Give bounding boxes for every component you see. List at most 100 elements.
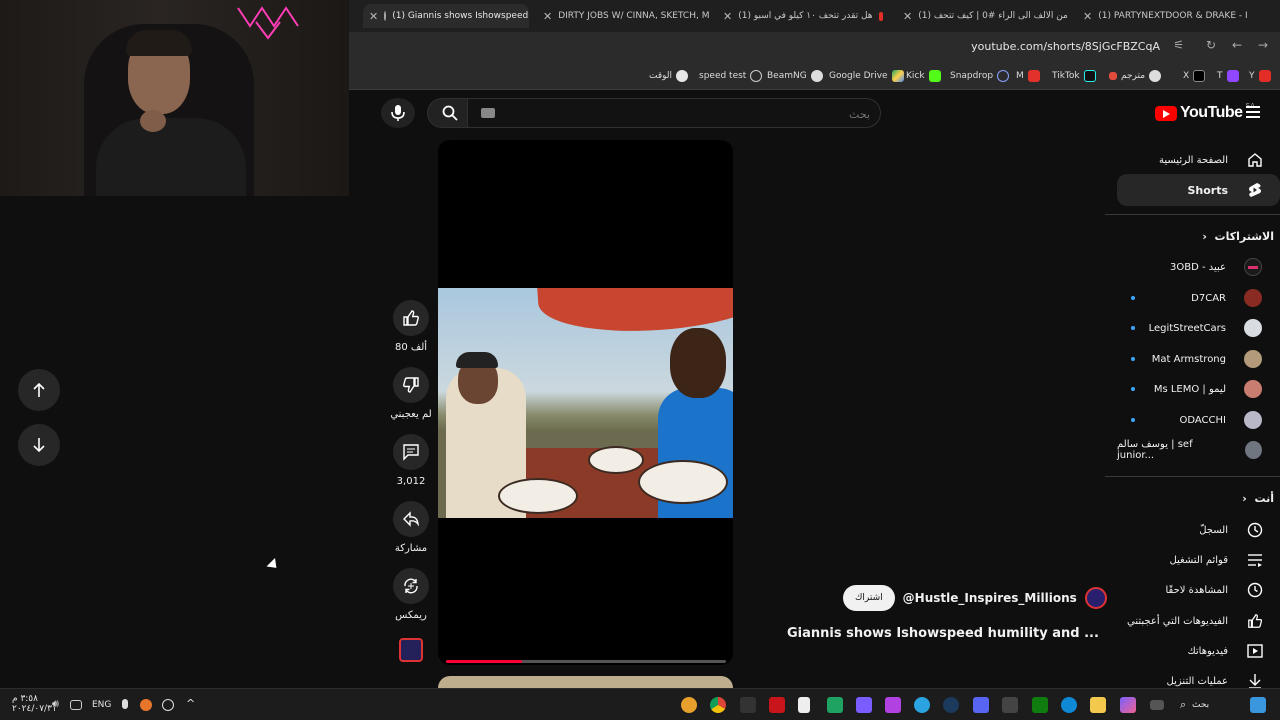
site-settings-icon[interactable]: ⚟ xyxy=(1173,38,1184,52)
sidebar-item-watch-later[interactable]: المشاهدة لاحقًا xyxy=(1117,576,1280,604)
youtube-logo[interactable]: YouTube SA xyxy=(1155,102,1255,122)
tab-3[interactable]: ✕ (1) هل تقدر تتحف ١٠ كيلو في اسبو xyxy=(717,4,889,28)
video-title[interactable]: Giannis shows Ishowspeed humility and ..… xyxy=(787,626,1099,641)
sidebar-item-playlists[interactable]: قوائم التشغيل xyxy=(1117,546,1280,574)
bookmark-m[interactable]: M xyxy=(1016,70,1040,82)
sidebar-item-liked-videos[interactable]: الفيديوهات التي أعجبتني xyxy=(1117,607,1280,635)
bookmark-t[interactable]: T xyxy=(1217,70,1239,82)
close-tab-icon[interactable]: ✕ xyxy=(369,10,378,23)
reload-icon[interactable]: ↻ xyxy=(1206,38,1216,52)
edge-icon[interactable] xyxy=(1061,697,1077,713)
windows-start-icon[interactable] xyxy=(1250,697,1266,713)
channel-avatar[interactable] xyxy=(1084,587,1107,609)
new-content-dot xyxy=(1131,326,1135,330)
sidebar-item-history[interactable]: السجلّ xyxy=(1117,516,1280,544)
tab-5[interactable]: ✕ (1) PARTYNEXTDOOR & DRAKE - I xyxy=(1077,4,1249,28)
channel-name[interactable]: @Hustle_Inspires_Millions xyxy=(903,591,1077,605)
person-right-head xyxy=(670,328,726,398)
store-icon[interactable] xyxy=(1002,697,1018,713)
bookmark-x[interactable]: X xyxy=(1183,70,1206,82)
bookmark-kick[interactable]: Kick xyxy=(906,70,941,82)
remix-button[interactable] xyxy=(393,568,429,604)
forward-icon[interactable]: → xyxy=(1258,38,1268,52)
system-clock[interactable]: ٣:٥٨ م ٢٠٢٤/٠٧/٣١ xyxy=(12,694,57,714)
search-input[interactable] xyxy=(510,105,870,123)
menu-icon[interactable] xyxy=(1246,106,1260,118)
subscription-item[interactable]: Ms LEMO | ليمو xyxy=(1117,376,1280,402)
bookmark-beamng[interactable]: BeamNG xyxy=(767,70,823,82)
subscription-item[interactable]: Mat Armstrong xyxy=(1117,346,1280,372)
next-short-preview[interactable] xyxy=(438,676,733,688)
close-tab-icon[interactable]: ✕ xyxy=(903,10,912,23)
bookmark-google-drive[interactable]: Google Drive xyxy=(829,70,904,82)
like-action[interactable]: 80 ألف xyxy=(387,300,435,353)
taskbar-search-icon[interactable]: ⌕ xyxy=(1180,698,1186,712)
file-icon[interactable] xyxy=(798,697,810,713)
sidebar-item-your-videos[interactable]: فيديوهاتك xyxy=(1117,637,1280,665)
comments-action[interactable]: 3,012 xyxy=(387,434,435,487)
subscriptions-header[interactable]: › الاشتراكات xyxy=(1117,230,1280,243)
taskbar-app-icon[interactable] xyxy=(827,697,843,713)
comments-button[interactable] xyxy=(393,434,429,470)
discord-icon[interactable] xyxy=(973,697,989,713)
subscription-item[interactable]: LegitStreetCars xyxy=(1117,315,1280,341)
chrome-taskbar-icon[interactable] xyxy=(710,697,726,713)
close-tab-icon[interactable]: ✕ xyxy=(1083,10,1092,23)
tab-2[interactable]: ✕ DIRTY JOBS W/ CINNA, SKETCH, M xyxy=(537,4,709,28)
video-progress-bar[interactable] xyxy=(446,660,726,663)
task-view-icon[interactable] xyxy=(1150,700,1164,710)
share-button[interactable] xyxy=(393,501,429,537)
dislike-action[interactable]: لم يعجبني xyxy=(387,367,435,420)
back-icon[interactable]: ← xyxy=(1232,38,1242,52)
bookmark-speedtest[interactable]: speed test xyxy=(699,70,763,82)
bookmark-snapdrop[interactable]: Snapdrop xyxy=(950,70,1010,82)
network-icon[interactable] xyxy=(70,700,82,710)
subscription-item[interactable]: ODACCHI xyxy=(1117,407,1280,433)
next-short-button[interactable] xyxy=(18,424,60,466)
tray-app-icon[interactable] xyxy=(140,699,152,711)
brightness-icon[interactable] xyxy=(162,699,174,711)
folder-icon[interactable] xyxy=(1090,697,1106,713)
you-header[interactable]: › أنت xyxy=(1117,492,1280,505)
shorts-player[interactable] xyxy=(438,140,733,665)
subscription-item[interactable]: D7CAR xyxy=(1117,285,1280,311)
tab-4[interactable]: ✕ (1) من الالف الى الراء #0 | كيف تتحف xyxy=(897,4,1069,28)
remix-action[interactable]: ريمكس xyxy=(387,568,435,621)
taskbar-app-icon[interactable] xyxy=(856,697,872,713)
tab-active[interactable]: ✕ (1) Giannis shows Ishowspeed xyxy=(363,4,529,28)
copilot-icon[interactable] xyxy=(1120,697,1136,713)
subscription-item[interactable]: 3OBD - عبيد xyxy=(1117,254,1280,280)
microphone-icon[interactable] xyxy=(122,699,128,709)
sidebar-item-downloads[interactable]: عمليات التنزيل xyxy=(1117,667,1280,688)
language-indicator[interactable]: ENG xyxy=(92,700,111,710)
keyboard-icon[interactable] xyxy=(481,108,495,118)
like-button[interactable] xyxy=(393,300,429,336)
taskbar-app-icon[interactable] xyxy=(1032,697,1048,713)
telegram-icon[interactable] xyxy=(914,697,930,713)
steam-icon[interactable] xyxy=(943,697,959,713)
close-tab-icon[interactable]: ✕ xyxy=(723,10,732,23)
bookmark-tiktok[interactable]: TikTok xyxy=(1052,70,1096,82)
taskbar-app-icon[interactable] xyxy=(885,697,901,713)
bookmark-y[interactable]: Y xyxy=(1249,70,1271,82)
voice-search-button[interactable] xyxy=(381,98,415,128)
bookmark-time[interactable]: الوقت xyxy=(649,70,689,82)
channel-avatar-small[interactable] xyxy=(399,638,423,662)
subscription-item[interactable]: يوسف سالم | sef junior... xyxy=(1117,437,1280,463)
sidebar-item-home[interactable]: الصفحة الرئيسية xyxy=(1117,146,1280,174)
close-tab-icon[interactable]: ✕ xyxy=(543,10,552,23)
sidebar-item-shorts[interactable]: Shorts xyxy=(1117,174,1280,206)
chevron-up-icon[interactable]: ^ xyxy=(186,697,195,710)
taskbar-search[interactable]: بحث xyxy=(1192,700,1209,710)
volume-icon[interactable]: 🔊︎ xyxy=(52,697,68,713)
taskbar-app-icon[interactable] xyxy=(740,697,756,713)
taskbar-app-icon[interactable] xyxy=(769,697,785,713)
subscribe-button[interactable]: اشتراك xyxy=(843,585,895,611)
dislike-button[interactable] xyxy=(393,367,429,403)
bookmarks-bar: الوقت speed test BeamNG Google Drive Kic… xyxy=(349,62,1280,90)
url-field[interactable]: youtube.com/shorts/8SjGcFBZCqA xyxy=(971,40,1160,53)
bookmark-translate[interactable]: مترجم xyxy=(1109,70,1162,82)
previous-short-button[interactable] xyxy=(18,369,60,411)
taskbar-app-icon[interactable] xyxy=(681,697,697,713)
share-action[interactable]: مشاركة xyxy=(387,501,435,554)
